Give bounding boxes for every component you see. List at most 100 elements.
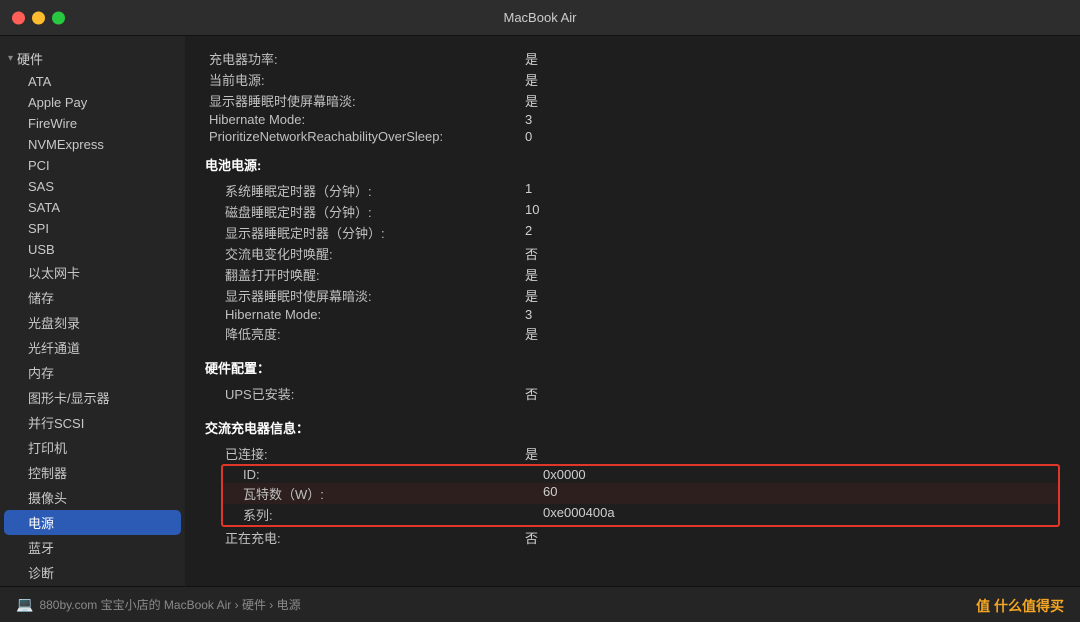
- ac-charger-header: 交流充电器信息：: [205, 418, 1060, 437]
- row-value: 是: [525, 265, 538, 284]
- row-label: 翻盖打开时唤醒:: [205, 265, 525, 284]
- info-row: 交流电变化时唤醒:否: [205, 243, 1060, 264]
- info-row: Hibernate Mode:3: [205, 306, 1060, 323]
- sidebar-item-Apple Pay[interactable]: Apple Pay: [4, 92, 181, 113]
- sidebar: ▾ 硬件 ATAApple PayFireWireNVMExpressPCISA…: [0, 36, 185, 586]
- info-row: UPS已安装:否: [205, 383, 1060, 404]
- sidebar-item-SAS[interactable]: SAS: [4, 176, 181, 197]
- traffic-lights: [12, 11, 65, 24]
- row-value: 是: [525, 70, 538, 89]
- row-label: 正在充电:: [205, 528, 525, 547]
- row-label: 系统睡眠定时器（分钟）:: [205, 181, 525, 200]
- info-row: 翻盖打开时唤醒:是: [205, 264, 1060, 285]
- row-label: ID:: [223, 467, 543, 482]
- sidebar-item-以太网卡[interactable]: 以太网卡: [4, 260, 181, 285]
- sidebar-item-ATA[interactable]: ATA: [4, 71, 181, 92]
- info-row: 降低亮度:是: [205, 323, 1060, 344]
- sidebar-item-SATA[interactable]: SATA: [4, 197, 181, 218]
- sidebar-item-摄像头[interactable]: 摄像头: [4, 485, 181, 510]
- sidebar-item-FireWire[interactable]: FireWire: [4, 113, 181, 134]
- row-value: 是: [525, 324, 538, 343]
- row-label: 系列:: [223, 505, 543, 524]
- battery-section-header: 电池电源:: [205, 155, 1060, 174]
- breadcrumb-text: 880by.com 宝宝小店的 MacBook Air › 硬件 › 电源: [39, 596, 300, 613]
- maximize-button[interactable]: [52, 11, 65, 24]
- info-row: 系统睡眠定时器（分钟）:1: [205, 180, 1060, 201]
- sidebar-item-NVMExpress[interactable]: NVMExpress: [4, 134, 181, 155]
- sidebar-item-内存[interactable]: 内存: [4, 360, 181, 385]
- info-row: 瓦特数（W）:60: [223, 483, 1058, 504]
- row-label: 当前电源:: [205, 70, 525, 89]
- row-value: 否: [525, 528, 538, 547]
- sidebar-item-电源[interactable]: 电源: [4, 510, 181, 535]
- chevron-down-icon: ▾: [8, 53, 13, 64]
- minimize-button[interactable]: [32, 11, 45, 24]
- info-row: 显示器睡眠定时器（分钟）:2: [205, 222, 1060, 243]
- info-row: Hibernate Mode:3: [205, 111, 1060, 128]
- row-label: 降低亮度:: [205, 324, 525, 343]
- info-row: 显示器睡眠时使屏幕暗淡:是: [205, 285, 1060, 306]
- hw-config-table: UPS已安装:否: [205, 383, 1060, 404]
- watermark: 值 什么值得买: [976, 596, 1064, 616]
- row-label: 交流电变化时唤醒:: [205, 244, 525, 263]
- sidebar-item-蓝牙[interactable]: 蓝牙: [4, 535, 181, 560]
- hardware-items-list: ATAApple PayFireWireNVMExpressPCISASSATA…: [0, 71, 185, 586]
- row-value: 3: [525, 307, 532, 322]
- close-button[interactable]: [12, 11, 25, 24]
- hardware-group-label: 硬件: [17, 49, 43, 68]
- sidebar-item-PCI[interactable]: PCI: [4, 155, 181, 176]
- info-row: 正在充电:否: [205, 527, 1060, 548]
- info-row: 充电器功率:是: [205, 48, 1060, 69]
- row-value: 1: [525, 181, 532, 200]
- sidebar-item-控制器[interactable]: 控制器: [4, 460, 181, 485]
- titlebar: MacBook Air: [0, 0, 1080, 36]
- hardware-config-header: 硬件配置：: [205, 358, 1060, 377]
- row-value: 60: [543, 484, 557, 503]
- row-label: 瓦特数（W）:: [223, 484, 543, 503]
- row-label: 充电器功率:: [205, 49, 525, 68]
- mac-icon: 💻: [16, 596, 33, 613]
- ac-charger-table: 已连接:是ID:0x0000瓦特数（W）:60系列:0xe000400a正在充电…: [205, 443, 1060, 548]
- sidebar-item-光纤通道[interactable]: 光纤通道: [4, 335, 181, 360]
- sidebar-item-诊断[interactable]: 诊断: [4, 560, 181, 585]
- content-area: 充电器功率:是当前电源:是显示器睡眠时使屏幕暗淡:是Hibernate Mode…: [185, 36, 1080, 586]
- window-title: MacBook Air: [504, 10, 577, 25]
- main-layout: ▾ 硬件 ATAApple PayFireWireNVMExpressPCISA…: [0, 36, 1080, 586]
- hardware-section: ▾ 硬件 ATAApple PayFireWireNVMExpressPCISA…: [0, 44, 185, 586]
- row-label: 磁盘睡眠定时器（分钟）:: [205, 202, 525, 221]
- bottom-bar: 💻 880by.com 宝宝小店的 MacBook Air › 硬件 › 电源 …: [0, 586, 1080, 622]
- row-value: 10: [525, 202, 539, 221]
- row-value: 是: [525, 286, 538, 305]
- info-row: 当前电源:是: [205, 69, 1060, 90]
- row-label: 显示器睡眠定时器（分钟）:: [205, 223, 525, 242]
- row-label: 显示器睡眠时使屏幕暗淡:: [205, 91, 525, 110]
- row-label: PrioritizeNetworkReachabilityOverSleep:: [205, 129, 525, 144]
- row-label: 显示器睡眠时使屏幕暗淡:: [205, 286, 525, 305]
- row-value: 0: [525, 129, 532, 144]
- row-value: 0x0000: [543, 467, 586, 482]
- row-value: 否: [525, 384, 538, 403]
- row-value: 否: [525, 244, 538, 263]
- sidebar-item-SPI[interactable]: SPI: [4, 218, 181, 239]
- highlighted-box: ID:0x0000瓦特数（W）:60系列:0xe000400a: [221, 464, 1060, 527]
- sidebar-item-打印机[interactable]: 打印机: [4, 435, 181, 460]
- row-label: Hibernate Mode:: [205, 307, 525, 322]
- row-value: 3: [525, 112, 532, 127]
- info-row: PrioritizeNetworkReachabilityOverSleep:0: [205, 128, 1060, 145]
- info-row: ID:0x0000: [223, 466, 1058, 483]
- sidebar-item-USB[interactable]: USB: [4, 239, 181, 260]
- sidebar-item-图形卡/显示器[interactable]: 图形卡/显示器: [4, 385, 181, 410]
- sidebar-item-并行SCSI[interactable]: 并行SCSI: [4, 410, 181, 435]
- info-row: 显示器睡眠时使屏幕暗淡:是: [205, 90, 1060, 111]
- row-label: 已连接:: [205, 444, 525, 463]
- top-info-table: 充电器功率:是当前电源:是显示器睡眠时使屏幕暗淡:是Hibernate Mode…: [205, 48, 1060, 145]
- info-row: 已连接:是: [205, 443, 1060, 464]
- row-value: 2: [525, 223, 532, 242]
- row-value: 是: [525, 49, 538, 68]
- sidebar-item-储存[interactable]: 储存: [4, 285, 181, 310]
- info-row: 磁盘睡眠定时器（分钟）:10: [205, 201, 1060, 222]
- sidebar-item-光盘刻录[interactable]: 光盘刻录: [4, 310, 181, 335]
- info-row: 系列:0xe000400a: [223, 504, 1058, 525]
- row-label: Hibernate Mode:: [205, 112, 525, 127]
- hardware-group-header[interactable]: ▾ 硬件: [0, 46, 185, 71]
